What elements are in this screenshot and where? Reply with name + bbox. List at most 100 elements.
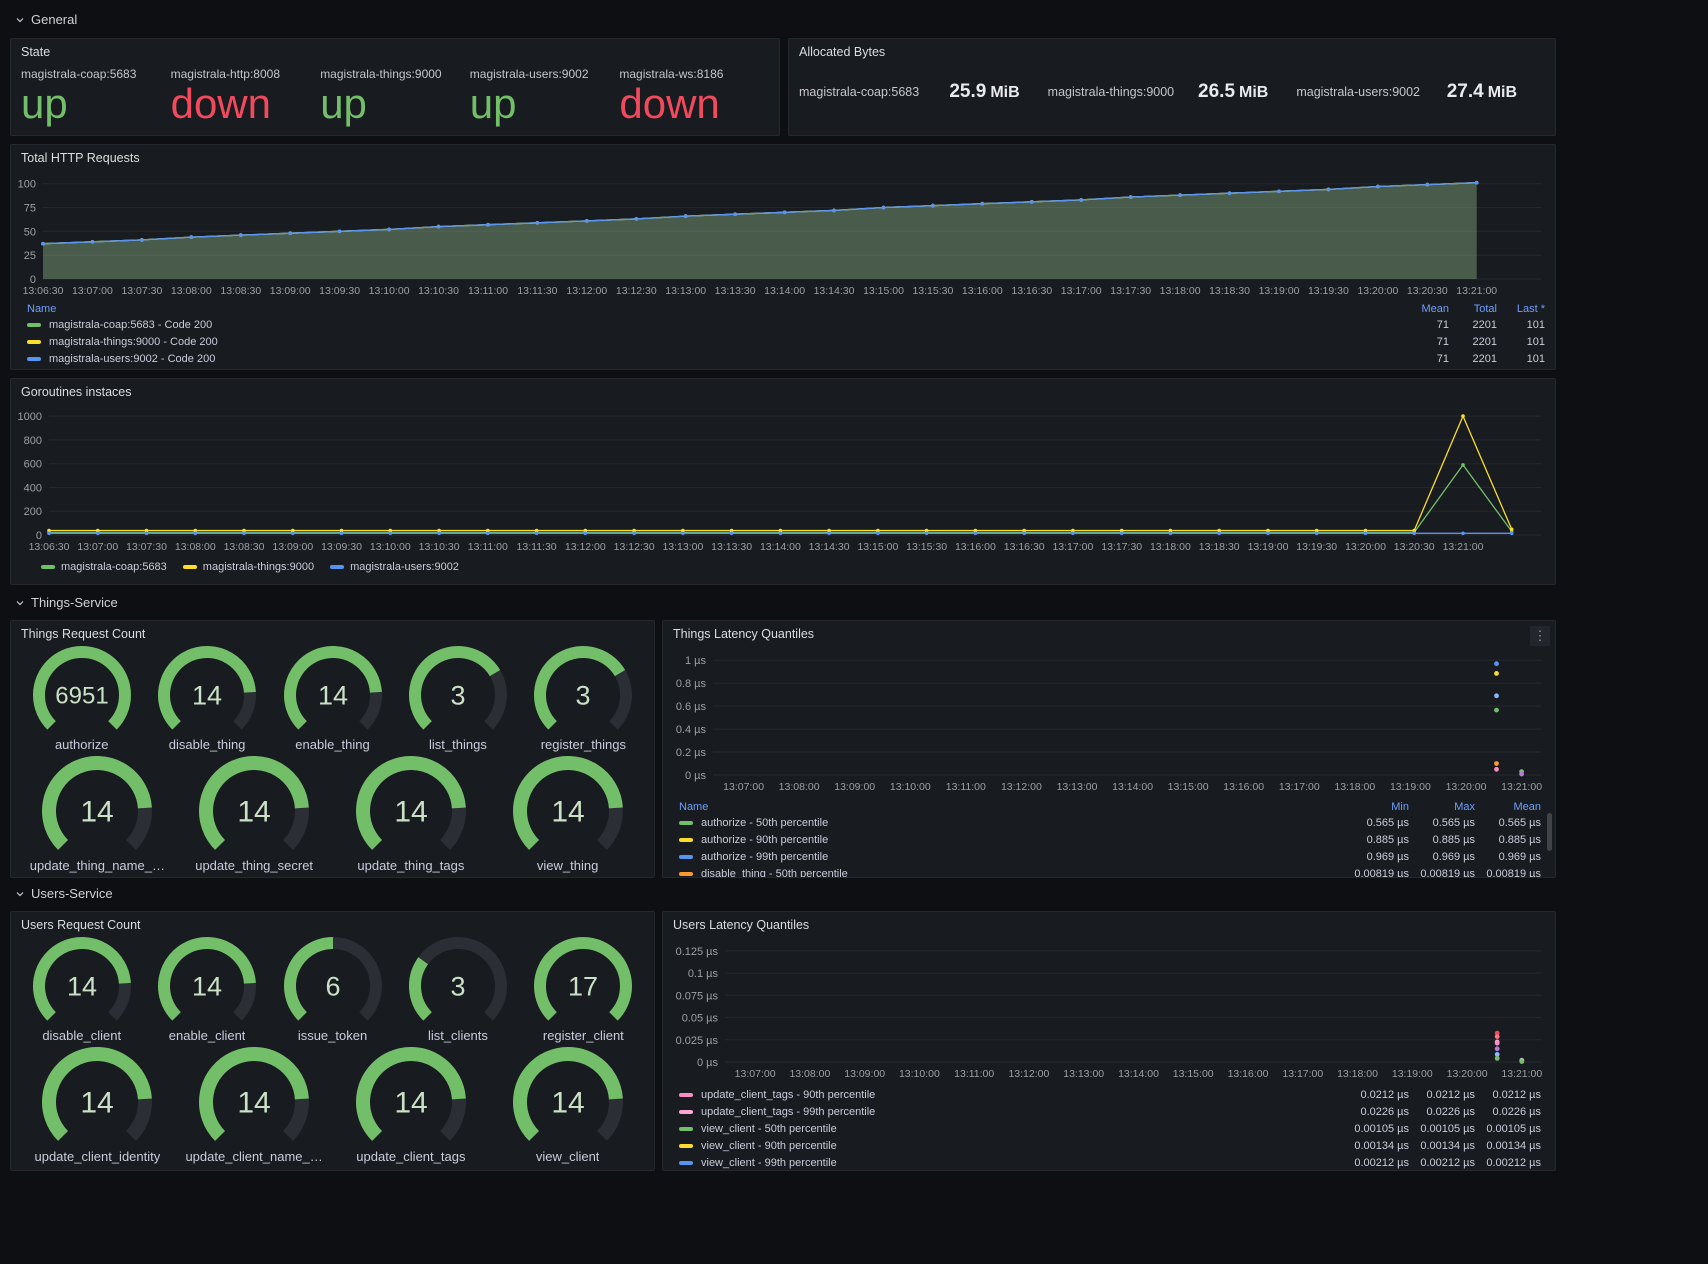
svg-text:13:08:00: 13:08:00 <box>175 541 216 553</box>
gauge-title: disable_thing <box>169 737 246 752</box>
svg-text:13:13:30: 13:13:30 <box>715 285 756 297</box>
svg-text:13:10:00: 13:10:00 <box>369 285 410 297</box>
legend-value: 0.00819 µs <box>1343 868 1409 879</box>
things-gauges: 6951authorize14disable_thing14enable_thi… <box>19 645 646 877</box>
svg-text:13:20:00: 13:20:00 <box>1447 1068 1488 1080</box>
stat-value: 26.5MiB <box>1198 81 1268 103</box>
series-name[interactable]: magistrala-coap:5683 - Code 200 <box>49 319 212 331</box>
series-name[interactable]: authorize - 50th percentile <box>701 817 828 829</box>
series-name[interactable]: disable_thing - 50th percentile <box>701 868 848 879</box>
panel-goroutines-instances: Goroutines instaces 0200400600800100013:… <box>10 378 1556 585</box>
gauge-title: enable_thing <box>295 737 369 752</box>
chevron-down-icon <box>14 14 26 26</box>
panel-title[interactable]: Users Request Count <box>11 912 654 938</box>
gauge-arc: 3 <box>408 645 508 737</box>
panel-menu-icon[interactable]: ⋮ <box>1530 626 1550 646</box>
chart-http-plot: 025507510013:06:3013:07:0013:07:3013:08:… <box>15 171 1551 299</box>
panel-title[interactable]: Things Request Count <box>11 621 654 647</box>
legend-row: view_client - 99th percentile 0.00212 µs0… <box>679 1154 1541 1171</box>
legend-value: 0.0212 µs <box>1475 1089 1541 1101</box>
series-name[interactable]: authorize - 99th percentile <box>701 851 828 863</box>
stat-unit: MiB <box>1239 84 1268 101</box>
legend-header-name[interactable]: Name <box>679 801 1343 813</box>
svg-text:600: 600 <box>24 459 42 471</box>
svg-text:13:08:30: 13:08:30 <box>220 285 261 297</box>
svg-text:13:16:00: 13:16:00 <box>1228 1068 1269 1080</box>
legend-header-mean[interactable]: Mean <box>1475 801 1541 813</box>
gauge-title: register_things <box>541 737 626 752</box>
legend-header-name[interactable]: Name <box>27 303 1401 315</box>
svg-text:13:21:00: 13:21:00 <box>1443 541 1484 553</box>
legend-value: 0.00212 µs <box>1343 1157 1409 1169</box>
chevron-down-icon <box>14 888 26 900</box>
legend-value: 0.0212 µs <box>1343 1089 1409 1101</box>
series-name[interactable]: magistrala-users:9002 - Code 200 <box>49 353 215 365</box>
series-name[interactable]: authorize - 90th percentile <box>701 834 828 846</box>
gauge-title: authorize <box>55 737 108 752</box>
row-header-things-service[interactable]: Things-Service <box>14 595 118 610</box>
stat-value: up <box>320 83 470 125</box>
legend-value: 0.00212 µs <box>1409 1157 1475 1169</box>
svg-text:13:19:00: 13:19:00 <box>1248 541 1289 553</box>
series-name[interactable]: view_client - 50th percentile <box>701 1123 837 1135</box>
legend-value: 0.969 µs <box>1409 851 1475 863</box>
gauge-view_client: 14view_client <box>489 1046 646 1168</box>
svg-text:14: 14 <box>551 1087 584 1120</box>
svg-text:13:13:00: 13:13:00 <box>1063 1068 1104 1080</box>
svg-text:13:08:30: 13:08:30 <box>224 541 265 553</box>
gauge-enable_thing: 14enable_thing <box>270 645 395 755</box>
svg-text:13:20:00: 13:20:00 <box>1357 285 1398 297</box>
legend-item[interactable]: magistrala-things:9000 <box>183 561 314 573</box>
svg-text:1 µs: 1 µs <box>685 655 707 667</box>
series-name[interactable]: view_client - 90th percentile <box>701 1140 837 1152</box>
series-name[interactable]: magistrala-things:9000 - Code 200 <box>49 336 218 348</box>
gauge-authorize: 6951authorize <box>19 645 144 755</box>
row-header-general[interactable]: General <box>14 12 77 27</box>
panel-title[interactable]: Allocated Bytes <box>789 39 1555 65</box>
gauge-register_client: 17register_client <box>521 936 646 1046</box>
svg-text:13:07:00: 13:07:00 <box>723 781 764 793</box>
gauge-arc: 6 <box>283 936 383 1028</box>
legend-value: 0.00819 µs <box>1475 868 1541 879</box>
gauge-disable_client: 14disable_client <box>19 936 144 1046</box>
svg-text:13:18:00: 13:18:00 <box>1337 1068 1378 1080</box>
legend-header-total[interactable]: Total <box>1449 303 1497 315</box>
legend-header-last[interactable]: Last * <box>1497 303 1545 315</box>
legend-item[interactable]: magistrala-coap:5683 <box>41 561 167 573</box>
legend-header-row: NameMeanTotalLast * <box>27 301 1545 316</box>
gauge-row: 14disable_client14enable_client6issue_to… <box>19 936 646 1046</box>
stat-label: magistrala-users:9002 <box>470 67 620 81</box>
svg-text:13:09:00: 13:09:00 <box>834 781 875 793</box>
row-header-users-service[interactable]: Users-Service <box>14 886 113 901</box>
legend-value: 0.00134 µs <box>1343 1140 1409 1152</box>
row-title: General <box>31 12 77 27</box>
legend-header-min[interactable]: Min <box>1343 801 1409 813</box>
series-name[interactable]: update_client_tags - 99th percentile <box>701 1106 875 1118</box>
panel-title[interactable]: State <box>11 39 779 65</box>
legend-header-mean[interactable]: Mean <box>1401 303 1449 315</box>
svg-text:13:15:00: 13:15:00 <box>1168 781 1209 793</box>
legend-row: view_client - 50th percentile0.00105 µs0… <box>679 1120 1541 1137</box>
svg-text:14: 14 <box>394 1087 427 1120</box>
panel-title[interactable]: Things Latency Quantiles <box>663 621 1555 647</box>
panel-title[interactable]: Users Latency Quantiles <box>663 912 1555 938</box>
svg-text:13:14:00: 13:14:00 <box>764 285 805 297</box>
svg-text:13:11:00: 13:11:00 <box>468 541 508 553</box>
legend-header-max[interactable]: Max <box>1409 801 1475 813</box>
svg-text:13:13:30: 13:13:30 <box>711 541 752 553</box>
svg-text:13:12:00: 13:12:00 <box>566 285 607 297</box>
panel-title[interactable]: Total HTTP Requests <box>11 145 1555 171</box>
series-color-icon <box>183 565 197 569</box>
stat-unit: MiB <box>990 84 1019 101</box>
legend-value: 0.885 µs <box>1475 834 1541 846</box>
legend-value: 0.565 µs <box>1475 817 1541 829</box>
allocated-stats: magistrala-coap:568325.9MiBmagistrala-th… <box>789 65 1555 103</box>
panel-title[interactable]: Goroutines instaces <box>11 379 1555 405</box>
series-name[interactable]: update_client_tags - 90th percentile <box>701 1089 875 1101</box>
legend-scrollbar[interactable] <box>1547 813 1552 851</box>
gauge-list_things: 3list_things <box>395 645 520 755</box>
gauge-title: update_client_name_… <box>185 1149 322 1164</box>
legend-item[interactable]: magistrala-users:9002 <box>330 561 459 573</box>
panel-state: State magistrala-coap:5683upmagistrala-h… <box>10 38 780 136</box>
series-name[interactable]: view_client - 99th percentile <box>701 1157 837 1169</box>
